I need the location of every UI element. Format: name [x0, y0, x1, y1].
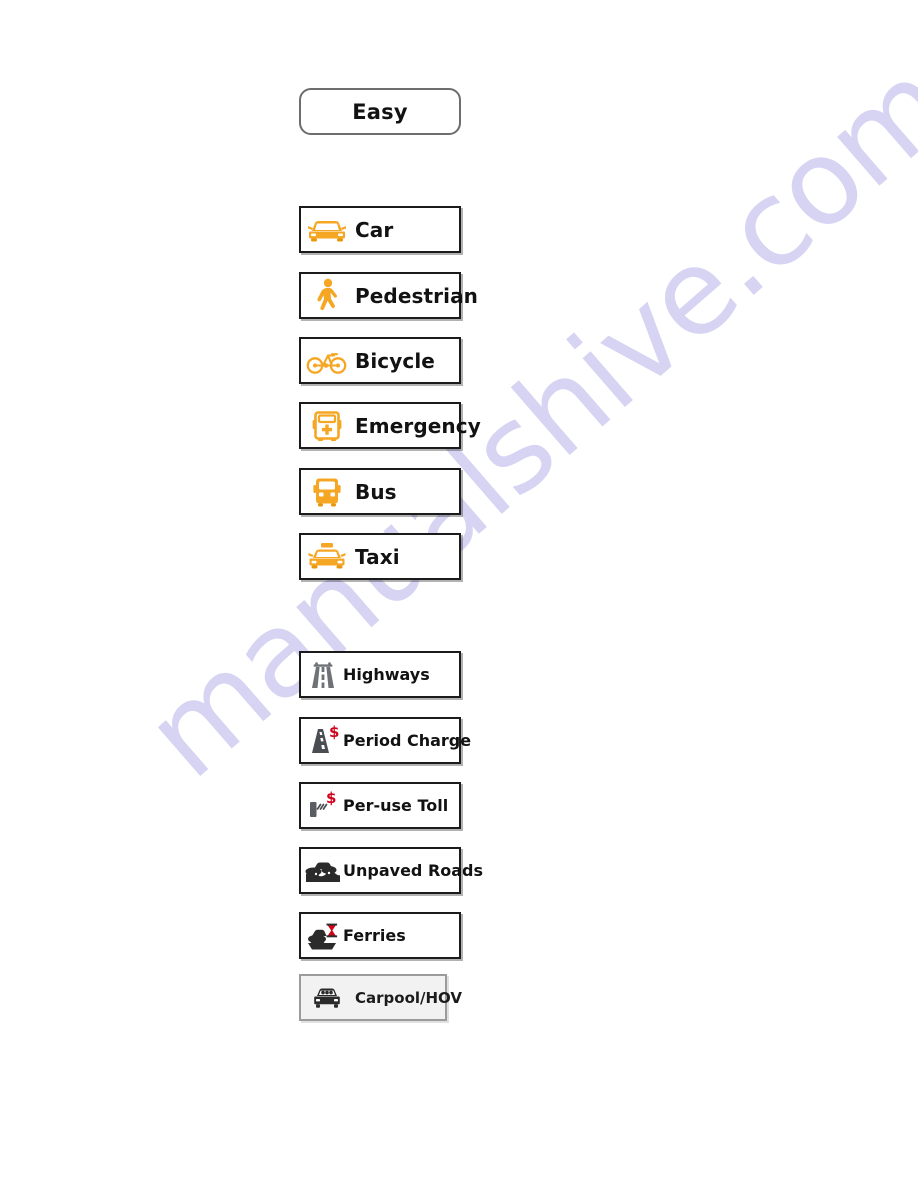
road-label-carpool-hov: Carpool/HOV — [355, 988, 463, 1007]
vehicle-label-taxi: Taxi — [355, 544, 400, 569]
vehicle-label-bus: Bus — [355, 479, 397, 504]
road-button-ferries[interactable]: Ferries — [299, 912, 461, 959]
road-button-per-use-toll[interactable]: $ Per-use Toll — [299, 782, 461, 829]
vehicle-button-bicycle[interactable]: Bicycle — [299, 337, 461, 384]
taxi-icon — [305, 537, 349, 577]
easy-mode-button[interactable]: Easy — [299, 88, 461, 135]
bicycle-icon — [305, 341, 349, 381]
ambulance-icon — [305, 406, 349, 446]
bus-icon — [305, 472, 349, 512]
svg-text:$: $ — [326, 789, 336, 807]
road-button-unpaved-roads[interactable]: Unpaved Roads — [299, 847, 483, 894]
unpaved-road-icon — [305, 853, 341, 889]
vehicle-button-bus[interactable]: Bus — [299, 468, 461, 515]
settings-page: Easy Car Pedestrian Bicycle Emergency Bu… — [0, 0, 918, 1188]
road-label-highways: Highways — [343, 665, 430, 684]
vehicle-label-pedestrian: Pedestrian — [355, 283, 479, 308]
car-icon — [305, 210, 349, 250]
vehicle-button-emergency[interactable]: Emergency — [299, 402, 481, 449]
vehicle-button-taxi[interactable]: Taxi — [299, 533, 461, 580]
road-label-ferries: Ferries — [343, 926, 406, 945]
road-button-carpool-hov[interactable]: Carpool/HOV — [299, 974, 462, 1021]
road-label-per-use-toll: Per-use Toll — [343, 796, 449, 815]
vehicle-label-bicycle: Bicycle — [355, 348, 435, 373]
road-button-highways[interactable]: Highways — [299, 651, 461, 698]
vehicle-button-car[interactable]: Car — [299, 206, 461, 253]
road-label-unpaved-roads: Unpaved Roads — [343, 861, 484, 880]
svg-text:$: $ — [329, 724, 339, 741]
road-label-period-charge: Period Charge — [343, 731, 472, 750]
carpool-icon — [307, 980, 347, 1016]
pedestrian-icon — [305, 276, 349, 316]
road-button-period-charge[interactable]: $ Period Charge — [299, 717, 471, 764]
vehicle-label-emergency: Emergency — [355, 413, 481, 438]
easy-mode-label: Easy — [352, 99, 408, 124]
vehicle-button-pedestrian[interactable]: Pedestrian — [299, 272, 478, 319]
vehicle-label-car: Car — [355, 217, 394, 242]
ferry-icon — [305, 918, 341, 954]
highway-icon — [305, 657, 341, 693]
period-charge-icon: $ — [305, 723, 341, 759]
toll-gate-icon: $ — [305, 788, 341, 824]
